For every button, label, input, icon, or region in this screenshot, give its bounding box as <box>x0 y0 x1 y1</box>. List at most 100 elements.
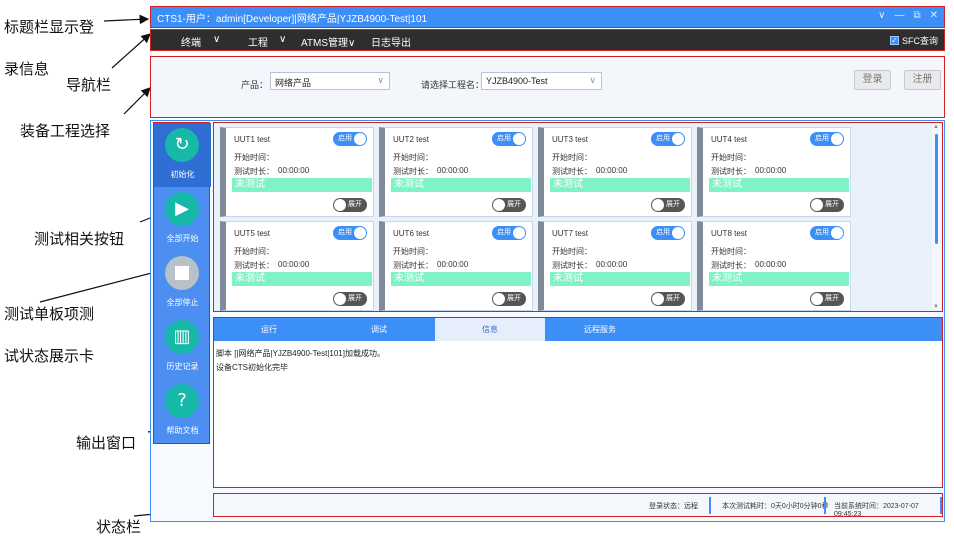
scroll-up-icon[interactable]: ▲ <box>933 124 939 130</box>
window-title: CTS1-用户：admin[Developer]|网络产品|YJZB4900-T… <box>157 13 428 25</box>
output-window: 运行 调试 信息 远程服务 脚本 [|网络产品|YJZB4900-Test|10… <box>213 317 943 488</box>
enable-toggle[interactable]: 启用 <box>810 132 844 146</box>
duration-label: 测试时长： <box>234 167 274 176</box>
duration-label: 测试时长： <box>552 167 592 176</box>
scroll-down-icon[interactable]: ▼ <box>933 304 939 310</box>
scroll-thumb[interactable] <box>935 134 938 244</box>
sidebar-item-stop-all[interactable]: 全部停止 <box>154 251 211 315</box>
project-value: YJZB4900-Test <box>486 76 548 86</box>
annotation-status-bar: 状态栏 <box>96 518 142 536</box>
checkbox-icon[interactable]: ✓ <box>889 36 899 45</box>
annotation-card-cont: 试状态展示卡 <box>4 347 95 365</box>
duration-value: 00:00:00 <box>278 260 310 269</box>
product-value: 网络产品 <box>275 78 312 88</box>
enable-toggle[interactable]: 启用 <box>333 132 367 146</box>
menu-atms[interactable]: ATMS管理∨ <box>301 34 355 49</box>
uut-name: UUT7 test <box>552 229 589 238</box>
sidebar-item-init[interactable]: ↻ 初始化 <box>154 123 211 187</box>
project-label: 请选择工程名： <box>421 80 485 90</box>
expand-toggle[interactable]: 展开 <box>810 198 844 212</box>
status-badge: 未测试 <box>232 272 372 286</box>
project-select[interactable]: YJZB4900-Test ∨ <box>481 72 602 90</box>
restore-icon[interactable]: ⧉ <box>913 10 920 21</box>
annotation-card: 测试单板项测 <box>4 305 95 323</box>
tab-info[interactable]: 信息 <box>435 318 545 341</box>
status-bar: 登录状态：远程 本次测试耗时：0天0小时0分钟0秒 当前系统时间：2023-07… <box>213 493 943 518</box>
expand-toggle[interactable]: 展开 <box>651 292 685 306</box>
duration-value: 00:00:00 <box>596 166 628 175</box>
log-line: 设备CTS初始化完毕 <box>216 363 288 372</box>
menu-project[interactable]: 工程 <box>248 34 268 49</box>
menu-log-export[interactable]: 日志导出 <box>371 34 411 49</box>
uut-name: UUT4 test <box>711 135 748 144</box>
annotation-nav-bar: 导航栏 <box>66 76 112 94</box>
tab-run[interactable]: 运行 <box>214 318 324 341</box>
enable-toggle[interactable]: 启用 <box>492 226 526 240</box>
enable-toggle[interactable]: 启用 <box>492 132 526 146</box>
minimize-icon[interactable]: — <box>894 10 904 21</box>
sidebar-item-help[interactable]: ? 帮助文档 <box>154 379 211 443</box>
enable-toggle[interactable]: 启用 <box>810 226 844 240</box>
status-badge: 未测试 <box>232 178 372 192</box>
login-status: 登录状态：远程 <box>649 503 698 510</box>
bar-chart-icon: ▥ <box>165 320 199 354</box>
start-time-label: 开始时间： <box>711 247 751 256</box>
stop-icon <box>165 256 199 290</box>
sidebar-item-start-all[interactable]: ▶ 全部开始 <box>154 187 211 251</box>
start-time-label: 开始时间： <box>393 247 433 256</box>
uut-card: UUT4 test 启用 开始时间： 测试时长： 00:00:00 未测试 展开 <box>697 127 851 217</box>
duration-value: 00:00:00 <box>755 260 787 269</box>
uut-card: UUT7 test 启用 开始时间： 测试时长： 00:00:00 未测试 展开 <box>538 221 692 311</box>
expand-toggle[interactable]: 展开 <box>333 292 367 306</box>
sidebar-item-label: 帮助文档 <box>166 426 199 435</box>
log-line: 脚本 [|网络产品|YJZB4900-Test|101]加载成功。 <box>216 349 385 358</box>
expand-toggle[interactable]: 展开 <box>333 198 367 212</box>
help-icon: ? <box>165 384 199 418</box>
enable-toggle[interactable]: 启用 <box>333 226 367 240</box>
sidebar-item-label: 历史记录 <box>166 362 199 371</box>
refresh-icon: ↻ <box>165 128 199 162</box>
test-elapsed-time: 本次测试耗时：0天0小时0分钟0秒 <box>722 503 829 510</box>
tab-debug[interactable]: 调试 <box>324 318 434 341</box>
product-label: 产品： <box>241 80 269 90</box>
menu-terminal[interactable]: 终端 <box>181 34 201 49</box>
project-selection-panel: 产品： 网络产品 ∨ 请选择工程名： YJZB4900-Test ∨ 登录 注册 <box>150 56 945 118</box>
collapse-icon[interactable]: ∨ <box>878 10 885 21</box>
nav-bar: 终端 ∨ 工程 ∨ ATMS管理∨ 日志导出 ✓ SFC查询 <box>150 29 945 51</box>
annotation-project-select: 装备工程选择 <box>20 122 111 140</box>
duration-value: 00:00:00 <box>755 166 787 175</box>
expand-toggle[interactable]: 展开 <box>651 198 685 212</box>
sidebar-item-history[interactable]: ▥ 历史记录 <box>154 315 211 379</box>
uut-card: UUT1 test 启用 开始时间： 测试时长： 00:00:00 未测试 展开 <box>220 127 374 217</box>
sidebar-item-label: 全部停止 <box>166 298 199 307</box>
system-time: 当前系统时间：2023-07-07 09:45:23 <box>834 503 919 518</box>
annotation-title-bar: 标题栏显示登 <box>4 18 95 36</box>
login-button[interactable]: 登录 <box>854 70 891 90</box>
sfc-query-toggle[interactable]: ✓ SFC查询 <box>889 34 938 47</box>
expand-toggle[interactable]: 展开 <box>492 198 526 212</box>
card-grid-scrollbar[interactable]: ▲ ▼ <box>932 124 941 310</box>
status-badge: 未测试 <box>391 272 531 286</box>
chevron-down-icon[interactable]: ∨ <box>279 34 286 45</box>
status-badge: 未测试 <box>550 178 690 192</box>
tab-remote-service[interactable]: 远程服务 <box>545 318 655 341</box>
chevron-down-icon: ∨ <box>377 75 384 85</box>
expand-toggle[interactable]: 展开 <box>492 292 526 306</box>
uut-name: UUT2 test <box>393 135 430 144</box>
start-time-label: 开始时间： <box>552 153 592 162</box>
duration-value: 00:00:00 <box>278 166 310 175</box>
duration-label: 测试时长： <box>393 167 433 176</box>
register-button[interactable]: 注册 <box>904 70 941 90</box>
chevron-down-icon[interactable]: ∨ <box>213 34 220 45</box>
start-time-label: 开始时间： <box>711 153 751 162</box>
uut-name: UUT8 test <box>711 229 748 238</box>
expand-toggle[interactable]: 展开 <box>810 292 844 306</box>
uut-name: UUT3 test <box>552 135 589 144</box>
duration-label: 测试时长： <box>711 167 751 176</box>
output-log: 脚本 [|网络产品|YJZB4900-Test|101]加载成功。 设备CTS初… <box>216 347 385 375</box>
enable-toggle[interactable]: 启用 <box>651 132 685 146</box>
product-select[interactable]: 网络产品 ∨ <box>270 72 390 90</box>
enable-toggle[interactable]: 启用 <box>651 226 685 240</box>
annotation-title-bar-cont: 录信息 <box>4 60 50 78</box>
close-icon[interactable]: ✕ <box>930 10 938 21</box>
